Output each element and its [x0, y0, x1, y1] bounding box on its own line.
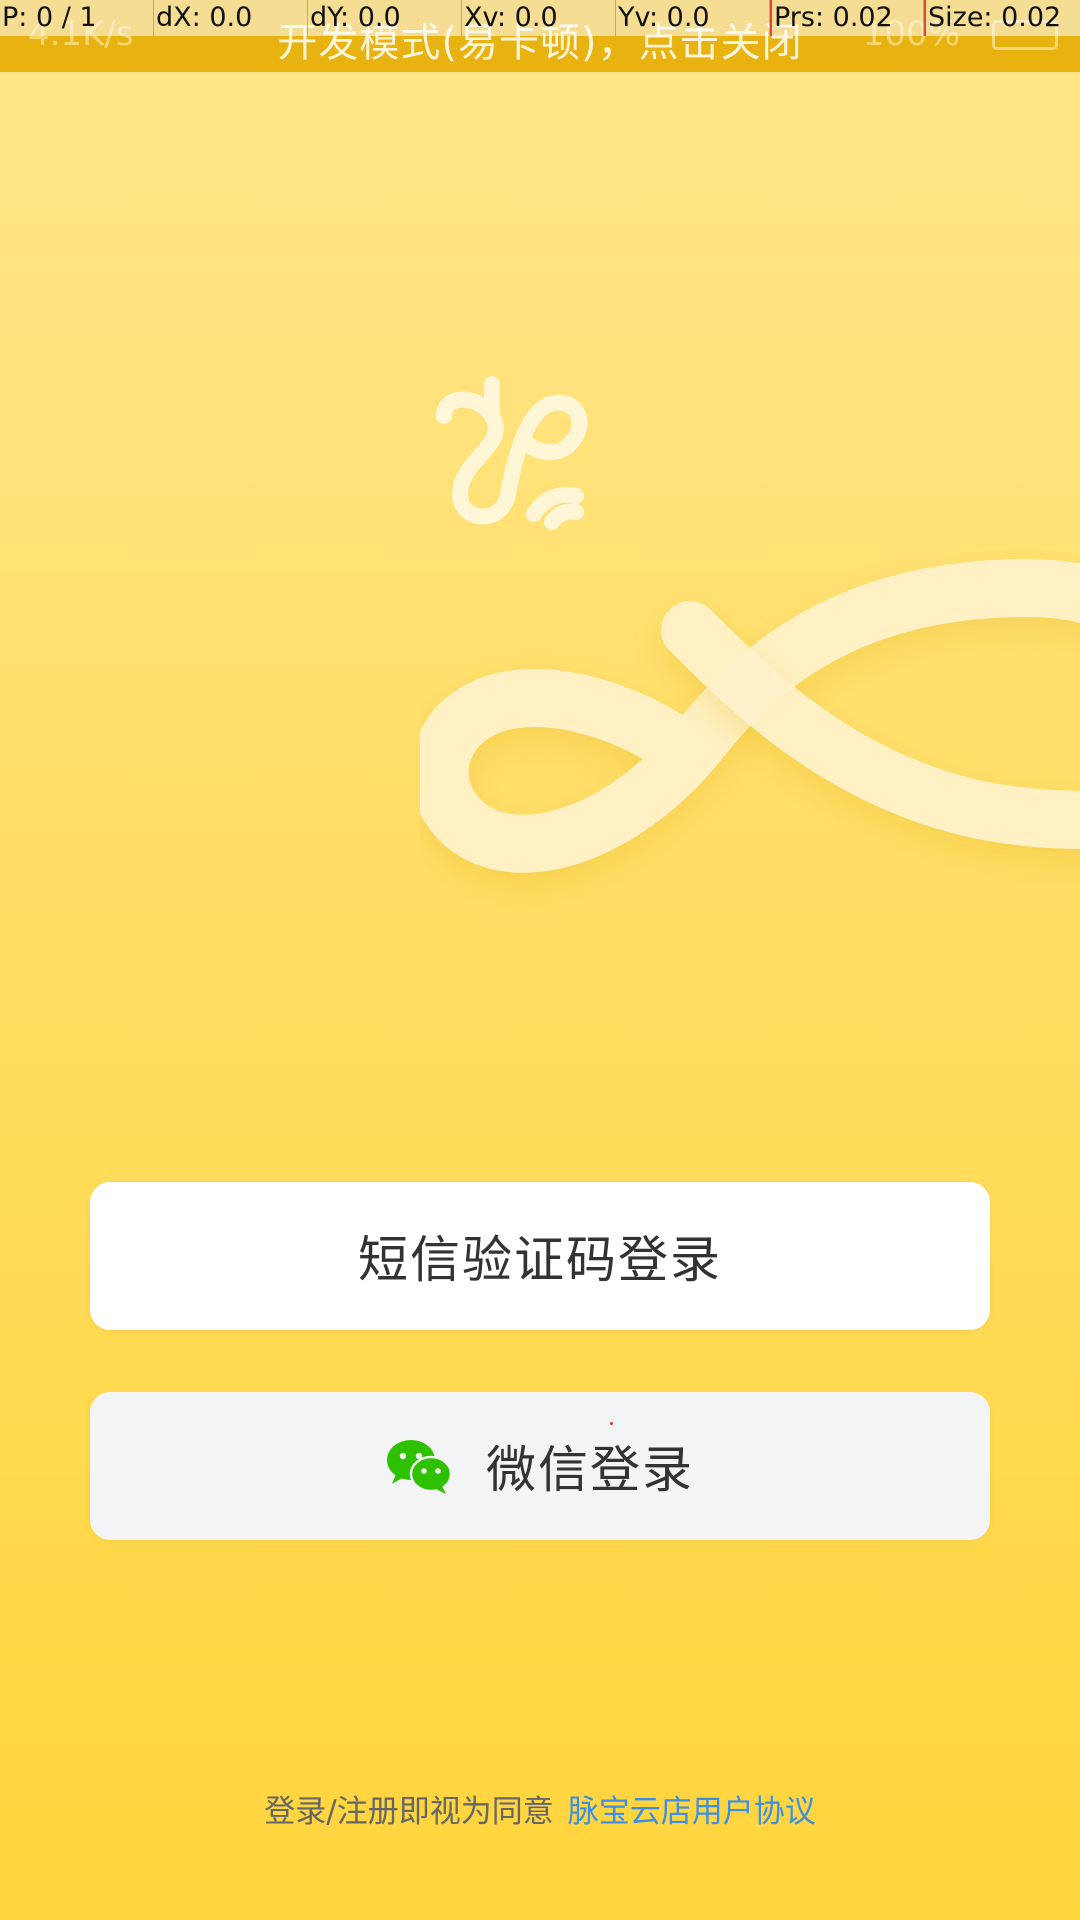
- touch-indicator-dot: [610, 1422, 613, 1425]
- wechat-login-button[interactable]: 微信登录: [90, 1392, 990, 1540]
- sms-login-button[interactable]: 短信验证码登录: [90, 1182, 990, 1330]
- decorative-infinity-ribbon: [410, 520, 1080, 940]
- pointer-dx: dX: 0.0: [154, 0, 308, 36]
- sms-login-label: 短信验证码登录: [358, 1231, 722, 1289]
- wechat-login-label: 微信登录: [486, 1441, 694, 1499]
- pointer-pressure: Prs: 0.02: [770, 0, 924, 36]
- app-logo-icon: [430, 364, 600, 544]
- pointer-count: P: 0 / 1: [0, 0, 154, 36]
- pointer-dy: dY: 0.0: [308, 0, 462, 36]
- pointer-size: Size: 0.02: [924, 0, 1080, 36]
- wechat-icon: [386, 1438, 453, 1494]
- pointer-yv: Yv: 0.0: [616, 0, 770, 36]
- agreement-text: 登录/注册即视为同意 脉宝云店用户协议: [0, 1786, 1080, 1831]
- agreement-prefix: 登录/注册即视为同意: [264, 1794, 554, 1830]
- pointer-xv: Xv: 0.0: [462, 0, 616, 36]
- pointer-location-overlay: P: 0 / 1 dX: 0.0 dY: 0.0 Xv: 0.0 Yv: 0.0…: [0, 0, 1080, 36]
- user-agreement-link[interactable]: 脉宝云店用户协议: [568, 1794, 816, 1830]
